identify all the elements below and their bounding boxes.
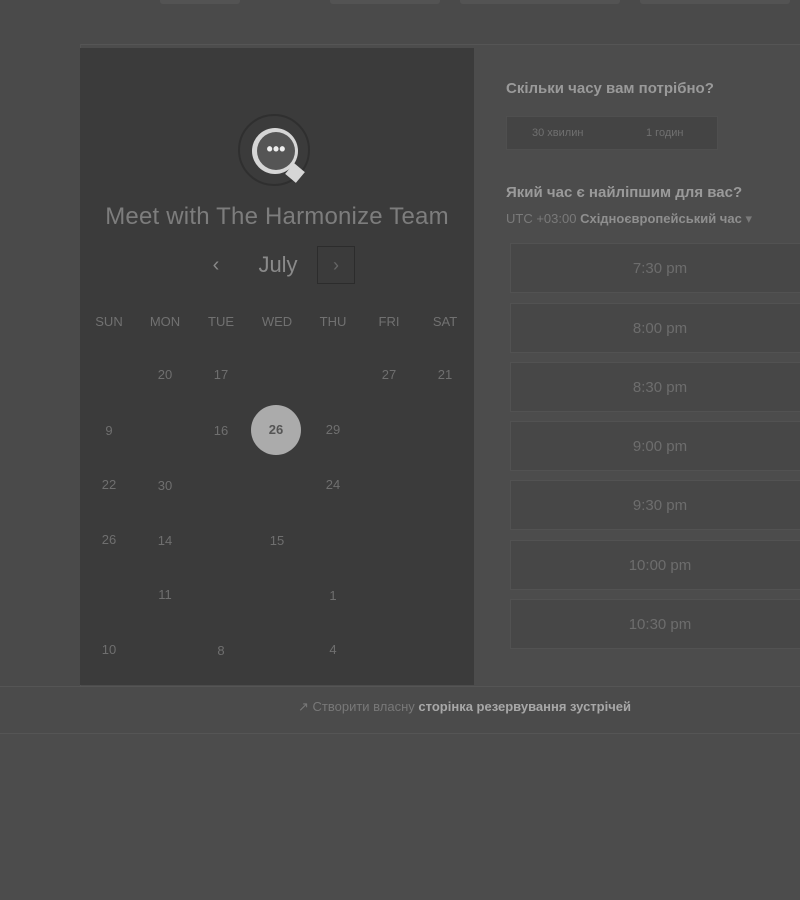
calendar-day[interactable]: 9 — [81, 421, 137, 441]
calendar-day[interactable]: 29 — [305, 420, 361, 440]
top-bar — [0, 0, 800, 45]
calendar-card: ••• Meet with The Harmonize Team ‹ July … — [80, 48, 474, 685]
weekday-label: TUE — [208, 314, 234, 329]
time-slot[interactable]: 10:00 pm — [510, 540, 800, 590]
duration-option-1hour[interactable]: 1 годин — [646, 127, 683, 139]
calendar-day[interactable]: 8 — [193, 641, 249, 661]
calendar-grid: 20 17 27 21 9 16 26 29 22 30 24 26 14 15… — [80, 348, 474, 678]
weekday-label: SAT — [432, 314, 458, 329]
footer-prefix: Створити власну — [312, 699, 415, 714]
time-slot[interactable]: 8:00 pm — [510, 303, 800, 353]
timezone-selector[interactable]: UTC +03:00 Східноєвропейський час ▾ — [506, 211, 752, 227]
duration-question: Скільки часу вам потрібно? — [506, 80, 714, 97]
left-background-panel — [0, 44, 81, 734]
month-navigation: ‹ July › — [80, 246, 474, 288]
calendar-day[interactable]: 1 — [305, 586, 361, 606]
calendar-day[interactable]: 15 — [249, 531, 305, 551]
calendar-day[interactable]: 16 — [193, 421, 249, 441]
time-slot[interactable]: 10:30 pm — [510, 599, 800, 649]
calendar-day[interactable]: 30 — [137, 476, 193, 496]
calendar-day[interactable]: 26 — [81, 530, 137, 550]
timezone-offset: UTC +03:00 — [506, 211, 577, 226]
duration-selector: 30 хвилин 1 годин — [506, 116, 718, 150]
calendar-day[interactable]: 11 — [137, 585, 193, 605]
create-booking-page-link[interactable]: ↗ Створити власну сторінка резервування … — [298, 699, 631, 715]
calendar-day[interactable]: 27 — [361, 365, 417, 385]
time-question: Який час є найліпшим для вас? — [506, 184, 743, 201]
time-slot[interactable]: 7:30 pm — [510, 243, 800, 293]
duration-option-30min[interactable]: 30 хвилин — [532, 127, 583, 139]
calendar-day[interactable]: 21 — [417, 365, 473, 385]
month-label: July — [258, 252, 298, 277]
weekday-label: MON — [149, 314, 181, 329]
weekday-label: SUN — [95, 314, 123, 329]
weekday-header: SUN MON TUE WED THU FRI SAT — [80, 314, 474, 334]
time-slot[interactable]: 9:30 pm — [510, 480, 800, 530]
calendar-day[interactable]: 14 — [137, 531, 193, 551]
weekday-label: WED — [261, 314, 293, 329]
prev-month-button[interactable]: ‹ — [208, 254, 224, 276]
calendar-day-selected[interactable]: 26 — [251, 405, 301, 455]
link-arrow-icon: ↗ — [298, 699, 309, 714]
booking-options-panel: Скільки часу вам потрібно? 30 хвилин 1 г… — [506, 80, 800, 680]
chat-bubble-icon: ••• — [238, 114, 314, 190]
calendar-day[interactable]: 10 — [81, 640, 137, 660]
calendar-day[interactable]: 4 — [305, 640, 361, 660]
weekday-label: THU — [319, 314, 347, 329]
calendar-day[interactable]: 17 — [193, 365, 249, 385]
calendar-day[interactable]: 22 — [81, 475, 137, 495]
calendar-day[interactable]: 20 — [137, 365, 193, 385]
chevron-down-icon: ▾ — [745, 211, 752, 226]
time-slot[interactable]: 8:30 pm — [510, 362, 800, 412]
calendar-day[interactable]: 24 — [305, 475, 361, 495]
time-slot[interactable]: 9:00 pm — [510, 421, 800, 471]
footer-link-text: сторінка резервування зустрічей — [418, 699, 631, 714]
next-month-button[interactable]: › — [317, 246, 355, 284]
timezone-name: Східноєвропейський час — [580, 211, 742, 226]
weekday-label: FRI — [378, 314, 400, 329]
meeting-title: Meet with The Harmonize Team — [105, 203, 449, 230]
